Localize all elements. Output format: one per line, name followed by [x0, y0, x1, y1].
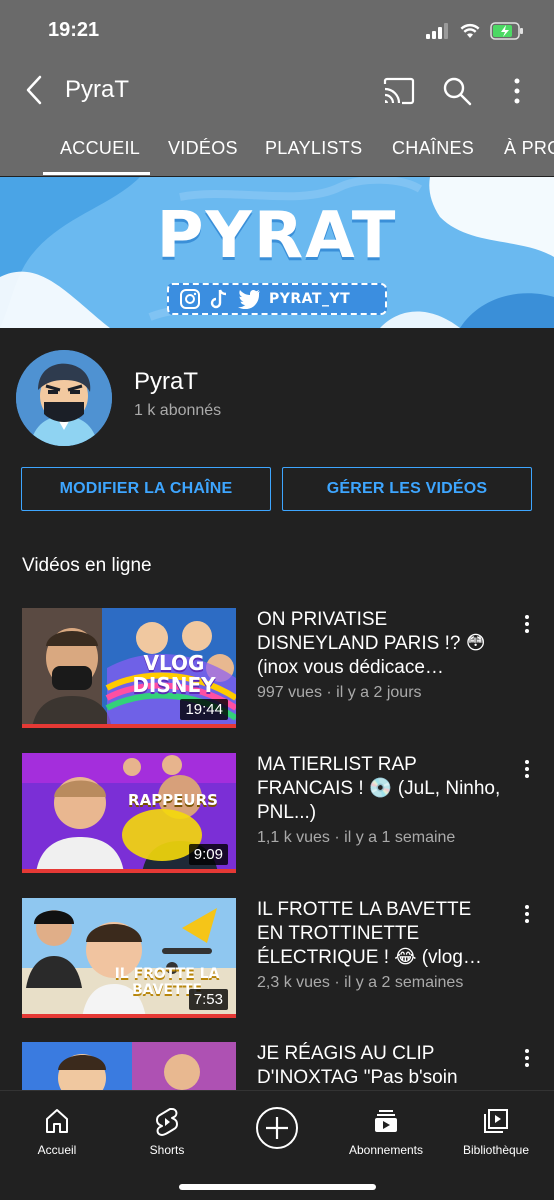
- search-button[interactable]: [440, 74, 474, 108]
- video-title[interactable]: IL FROTTE LA BAVETTE EN TROTTINETTE ÉLEC…: [257, 898, 502, 970]
- video-more-button[interactable]: [518, 902, 536, 928]
- more-vert-icon: [525, 615, 529, 633]
- nav-home[interactable]: Accueil: [2, 1099, 112, 1159]
- video-item[interactable]: JE RÉAGIS AU CLIP D'INOXTAG "Pas b'soin: [0, 1042, 554, 1090]
- twitter-icon: [238, 290, 260, 309]
- nav-shorts[interactable]: Shorts: [112, 1099, 222, 1159]
- avatar-image: [16, 350, 112, 446]
- video-duration: 9:09: [188, 844, 228, 865]
- edit-channel-button[interactable]: MODIFIER LA CHAÎNE: [21, 467, 271, 511]
- video-thumbnail[interactable]: IL FROTTE LA BAVETTE 7:53: [22, 898, 236, 1018]
- banner-social-bar: PYRAT_YT: [167, 283, 387, 315]
- tab-accueil[interactable]: ACCUEIL: [60, 138, 140, 159]
- banner-handle: PYRAT_YT: [269, 291, 351, 307]
- search-icon: [443, 77, 472, 106]
- page-title: PyraT: [65, 76, 130, 103]
- channel-info: PyraT 1 k abonnés: [0, 328, 554, 458]
- nav-label: Accueil: [37, 1143, 77, 1157]
- video-more-button[interactable]: [518, 757, 536, 783]
- more-vert-icon: [525, 1049, 529, 1067]
- tab-playlists[interactable]: PLAYLISTS: [265, 138, 362, 159]
- video-more-button[interactable]: [518, 612, 536, 638]
- more-vert-icon: [525, 905, 529, 923]
- wifi-icon: [460, 23, 480, 38]
- battery-icon: [490, 22, 523, 40]
- video-item[interactable]: IL FROTTE LA BAVETTE 7:53 IL FROTTE LA B…: [0, 898, 554, 1028]
- banner-title: PYRAT: [156, 199, 398, 273]
- thumbnail-caption: RAPPEURS: [128, 791, 218, 809]
- video-meta: 997 vues · il y a 2 jours: [257, 684, 422, 701]
- video-meta: 2,3 k vues · il y a 2 semaines: [257, 974, 464, 991]
- active-tab-indicator: [43, 172, 150, 175]
- watch-progress-bar: [22, 869, 236, 873]
- app-bar: PyraT ACCUEIL VIDÉOS PLAYLISTS CHAÎNES À…: [0, 60, 554, 176]
- manage-videos-button[interactable]: GÉRER LES VIDÉOS: [282, 467, 532, 511]
- nav-create[interactable]: [222, 1099, 332, 1159]
- thumbnail-image: [22, 1042, 236, 1090]
- home-indicator: [179, 1184, 376, 1190]
- watch-progress-bar: [22, 724, 236, 728]
- status-bar: 19:21: [0, 0, 554, 60]
- tab-a-propos[interactable]: À PRO: [504, 138, 554, 159]
- video-thumbnail[interactable]: RAPPEURS 9:09: [22, 753, 236, 873]
- video-title[interactable]: MA TIERLIST RAP FRANCAIS ! 💿 (JuL, Ninho…: [257, 753, 502, 825]
- channel-tabs: ACCUEIL VIDÉOS PLAYLISTS CHAÎNES À PRO: [0, 130, 554, 176]
- video-item[interactable]: VLOG DISNEY 19:44 ON PRIVATISE DISNEYLAN…: [0, 608, 554, 738]
- section-title: Vidéos en ligne: [22, 555, 152, 576]
- video-duration: 7:53: [188, 989, 228, 1010]
- more-options-button[interactable]: [502, 74, 532, 108]
- nav-subscriptions[interactable]: Abonnements: [331, 1099, 441, 1159]
- avatar[interactable]: [16, 350, 112, 446]
- subscriber-count: 1 k abonnés: [134, 402, 222, 419]
- chevron-left-icon: [26, 75, 42, 105]
- video-duration: 19:44: [180, 699, 228, 720]
- back-button[interactable]: [18, 72, 50, 108]
- tab-videos[interactable]: VIDÉOS: [168, 138, 238, 159]
- channel-name: PyraT: [134, 368, 199, 395]
- library-icon: [484, 1109, 508, 1133]
- video-thumbnail[interactable]: VLOG DISNEY 19:44: [22, 608, 236, 728]
- nav-library[interactable]: Bibliothèque: [441, 1099, 551, 1159]
- video-item[interactable]: RAPPEURS 9:09 MA TIERLIST RAP FRANCAIS !…: [0, 753, 554, 883]
- thumbnail-caption: VLOG DISNEY: [132, 651, 216, 697]
- more-vert-icon: [514, 78, 520, 104]
- video-title[interactable]: ON PRIVATISE DISNEYLAND PARIS !? 😳 (inox…: [257, 608, 502, 680]
- status-time: 19:21: [48, 19, 100, 41]
- create-icon: [256, 1107, 298, 1149]
- shorts-icon: [156, 1108, 178, 1136]
- signal-icon: [426, 23, 448, 39]
- cast-icon: [383, 77, 415, 105]
- cast-button[interactable]: [382, 74, 416, 108]
- instagram-icon: [180, 289, 200, 309]
- home-icon: [46, 1109, 68, 1133]
- status-icons: [426, 20, 524, 42]
- nav-label: Abonnements: [348, 1143, 424, 1157]
- video-thumbnail[interactable]: [22, 1042, 236, 1090]
- subscriptions-icon: [375, 1110, 397, 1132]
- video-title[interactable]: JE RÉAGIS AU CLIP D'INOXTAG "Pas b'soin: [257, 1042, 502, 1090]
- tab-chaines[interactable]: CHAÎNES: [392, 138, 474, 159]
- more-vert-icon: [525, 760, 529, 778]
- channel-banner: PYRAT PYRAT_YT: [0, 177, 554, 328]
- nav-label: Shorts: [149, 1143, 185, 1157]
- tiktok-icon: [210, 289, 227, 309]
- nav-label: Bibliothèque: [462, 1143, 530, 1157]
- video-meta: 1,1 k vues · il y a 1 semaine: [257, 829, 456, 846]
- watch-progress-bar: [22, 1014, 236, 1018]
- video-more-button[interactable]: [518, 1046, 536, 1072]
